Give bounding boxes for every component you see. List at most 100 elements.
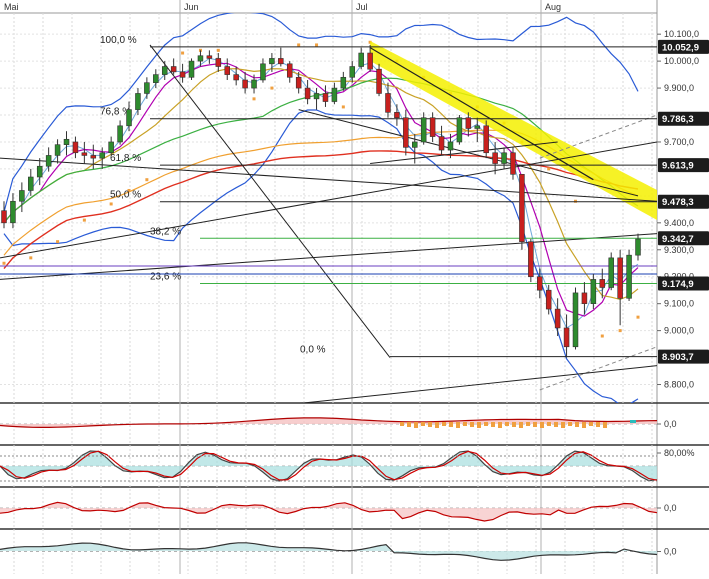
y-tick-label: 9.400,0 xyxy=(664,218,694,228)
fib-level-label: 100,0 % xyxy=(100,35,137,46)
candle-body xyxy=(358,52,364,67)
candle-body xyxy=(349,66,356,78)
month-label: Mai xyxy=(4,2,19,12)
histogram-bar xyxy=(561,422,565,428)
histogram-bar xyxy=(428,422,432,427)
sar-dot xyxy=(315,43,319,47)
candle-body xyxy=(304,87,311,100)
candle-body xyxy=(224,66,230,75)
histogram-bar xyxy=(575,422,579,427)
candle-body xyxy=(581,292,588,304)
histogram-bar xyxy=(589,422,593,426)
price-label-box[interactable]: 9.342,7 xyxy=(658,231,709,246)
sar-dot xyxy=(252,97,256,101)
candle-body xyxy=(72,141,79,154)
candle-body xyxy=(465,117,472,129)
candle-body xyxy=(63,138,70,145)
month-label: Jun xyxy=(184,2,199,12)
candle-body xyxy=(206,55,213,59)
candle-body xyxy=(153,74,159,83)
candle-body xyxy=(117,125,123,143)
candle-body xyxy=(412,141,418,148)
price-box-text: 9.174,9 xyxy=(662,279,694,290)
sar-dot xyxy=(181,51,185,55)
candle-body xyxy=(28,176,34,191)
histogram-bar xyxy=(407,422,411,427)
candle-body xyxy=(563,327,570,348)
histogram-bar xyxy=(554,422,558,427)
y-tick-label: 9.100,0 xyxy=(664,299,694,309)
fib-level-label: 23,6 % xyxy=(150,271,181,282)
candle-body xyxy=(367,52,373,70)
histogram-bar xyxy=(442,422,446,426)
candle-body xyxy=(144,82,150,94)
candle-body xyxy=(322,93,329,102)
fib-level-label: 61,8 % xyxy=(110,153,141,164)
sar-dot xyxy=(82,218,86,222)
candle-body xyxy=(438,136,445,151)
price-label-box[interactable]: 9.174,9 xyxy=(658,276,709,291)
histogram-bar xyxy=(582,422,586,428)
price-label-box[interactable]: 8.903,7 xyxy=(658,349,709,364)
candle-body xyxy=(251,79,257,89)
candle-body xyxy=(233,74,239,81)
histogram-bar xyxy=(512,422,516,427)
candle-body xyxy=(170,66,177,73)
indicator-axis-label: 80,00% xyxy=(664,448,695,458)
price-box-text: 9.478,3 xyxy=(662,197,694,208)
sar-dot xyxy=(636,315,640,319)
candle-body xyxy=(492,152,498,164)
y-tick-label: 9.700,0 xyxy=(664,137,694,147)
candle-body xyxy=(626,254,632,299)
price-label-box[interactable]: 9.613,9 xyxy=(658,158,709,173)
candle-body xyxy=(197,55,204,62)
candle-body xyxy=(36,165,43,178)
price-label-box[interactable]: 9.478,3 xyxy=(658,194,709,209)
histogram-bar xyxy=(421,422,425,426)
candle-body xyxy=(608,257,614,288)
histogram-bar xyxy=(484,422,488,426)
candle-body xyxy=(331,87,338,102)
price-box-text: 9.613,9 xyxy=(662,161,694,172)
histogram-bar xyxy=(491,422,495,427)
candle-body xyxy=(295,76,302,89)
candle-body xyxy=(19,190,25,202)
histogram-bar xyxy=(547,422,551,426)
candle-body xyxy=(99,152,105,159)
histogram-bar xyxy=(456,422,460,428)
y-tick-label: 9.000,0 xyxy=(664,326,694,336)
candle-body xyxy=(54,144,61,156)
histogram-bar xyxy=(449,422,453,427)
price-label-box[interactable]: 10.052,9 xyxy=(658,39,709,54)
sar-dot xyxy=(145,178,149,182)
sar-dot xyxy=(109,202,113,206)
candle-body xyxy=(90,155,97,159)
price-label-box[interactable]: 9.786,3 xyxy=(658,111,709,126)
histogram-bar xyxy=(477,422,481,428)
candle-body xyxy=(385,93,391,113)
candle-body xyxy=(537,276,543,291)
candle-body xyxy=(394,112,400,119)
sar-dot xyxy=(2,261,6,265)
candle-body xyxy=(474,125,481,129)
candle-body xyxy=(161,66,168,75)
sar-dot xyxy=(600,334,604,338)
histogram-bar xyxy=(498,422,502,428)
candle-body xyxy=(269,58,275,65)
indicator-axis-label: 0,0 xyxy=(664,547,677,557)
candle-body xyxy=(278,58,284,65)
fib-level-label: 38,2 % xyxy=(150,226,181,237)
candle-body xyxy=(635,238,641,256)
fib-level-label: 50,0 % xyxy=(110,190,141,201)
candle-body xyxy=(313,93,320,100)
histogram-bar xyxy=(568,422,572,426)
candle-body xyxy=(501,152,507,164)
candle-body xyxy=(545,289,552,310)
candle-body xyxy=(10,200,16,224)
candle-body xyxy=(554,308,561,329)
month-label: Aug xyxy=(545,2,561,12)
sar-dot xyxy=(29,256,33,260)
candle-body xyxy=(420,117,427,143)
price-box-text: 8.903,7 xyxy=(662,352,694,363)
sar-dot xyxy=(297,43,301,47)
